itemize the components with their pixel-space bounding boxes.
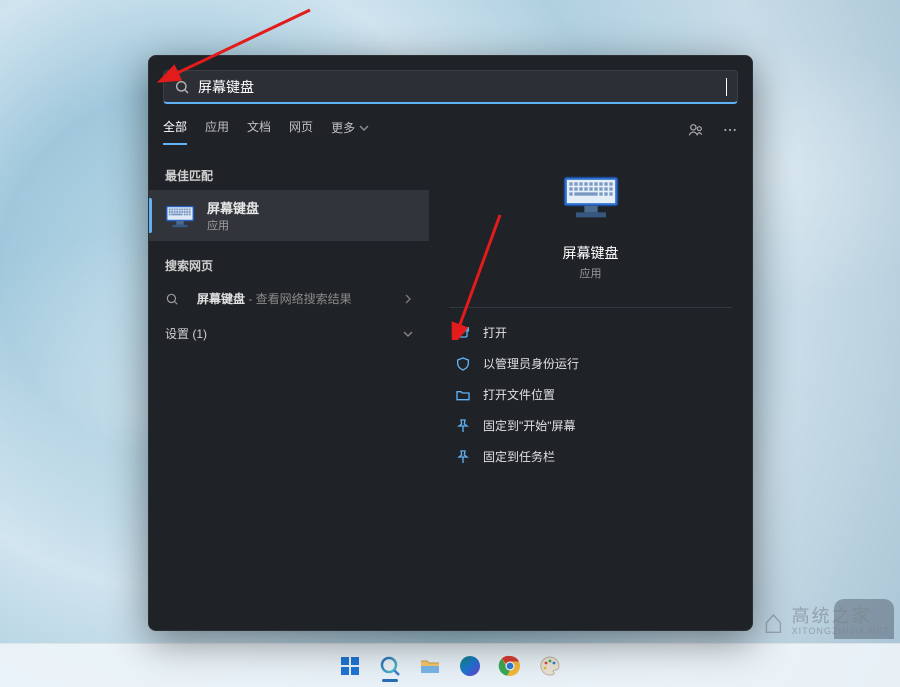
chevron-right-icon [403,294,413,304]
keyboard-app-icon-large [561,173,621,233]
settings-count: (1) [192,327,207,341]
action-run-admin[interactable]: 以管理员身份运行 [449,349,732,378]
action-open[interactable]: 打开 [449,318,732,347]
settings-section-label: 设置 (1) [165,325,207,342]
best-match-label: 最佳匹配 [149,161,429,190]
filter-tabs-row: 全部 应用 文档 网页 更多 [149,114,752,151]
result-title: 屏幕键盘 [207,198,259,217]
text-caret [726,78,727,96]
chevron-down-icon [359,123,369,133]
web-section-label: 搜索网页 [149,251,429,280]
action-list: 打开 以管理员身份运行 打开文件位置 固定到"开始"屏幕 固定到任务栏 [449,318,732,471]
taskbar-search-button[interactable] [372,648,408,684]
chrome-icon [498,654,522,678]
results-left-pane: 最佳匹配 屏幕键盘 [149,151,429,630]
tab-web[interactable]: 网页 [289,114,313,145]
chevron-down-icon [403,329,413,339]
taskbar [0,643,900,687]
keyboard-app-icon [163,199,197,233]
app-preview-name: 屏幕键盘 [563,243,619,263]
house-icon: ⌂ [763,605,784,639]
search-icon [165,292,179,306]
action-run-admin-label: 以管理员身份运行 [483,355,579,372]
divider [449,307,732,308]
watermark-zh: 高统之家 [792,607,890,627]
web-search-result[interactable]: 屏幕键盘 - 查看网络搜索结果 [149,280,429,317]
taskbar-explorer-button[interactable] [412,648,448,684]
settings-label-text: 设置 [165,327,189,341]
header-actions [688,122,738,138]
taskbar-paint-button[interactable] [532,648,568,684]
app-preview-type: 应用 [580,265,602,281]
action-pin-taskbar-label: 固定到任务栏 [483,448,555,465]
web-result-text: 屏幕键盘 - 查看网络搜索结果 [197,290,352,307]
open-icon [455,325,471,341]
more-icon[interactable] [722,122,738,138]
web-result-suffix: - 查看网络搜索结果 [245,292,352,306]
folder-icon [418,654,442,678]
web-result-term: 屏幕键盘 [197,292,245,306]
account-icon[interactable] [688,122,704,138]
tab-all[interactable]: 全部 [163,114,187,145]
action-open-label: 打开 [483,324,507,341]
watermark-en: XITONGZHIJIA.NET [792,627,890,637]
best-match-result[interactable]: 屏幕键盘 应用 [149,190,429,241]
action-open-location[interactable]: 打开文件位置 [449,380,732,409]
app-preview: 屏幕键盘 应用 [449,163,732,297]
result-subtitle: 应用 [207,217,259,233]
watermark: ⌂ 高统之家 XITONGZHIJIA.NET [763,605,890,639]
tab-more-label: 更多 [331,119,355,136]
tab-apps[interactable]: 应用 [205,114,229,145]
search-row [149,56,752,114]
search-icon [378,654,402,678]
folder-icon [455,387,471,403]
search-box[interactable] [163,70,738,104]
action-pin-taskbar[interactable]: 固定到任务栏 [449,442,732,471]
taskbar-chrome-button[interactable] [492,648,528,684]
filter-tabs: 全部 应用 文档 网页 更多 [163,114,369,145]
tab-documents[interactable]: 文档 [247,114,271,145]
edge-icon [458,654,482,678]
palette-icon [538,654,562,678]
results-body: 最佳匹配 屏幕键盘 [149,151,752,630]
shield-icon [455,356,471,372]
search-icon [174,79,190,95]
settings-section-toggle[interactable]: 设置 (1) [149,317,429,350]
action-open-location-label: 打开文件位置 [483,386,555,403]
preview-pane: 屏幕键盘 应用 打开 以管理员身份运行 打开文件位置 [429,151,752,630]
pin-icon [455,449,471,465]
taskbar-edge-button[interactable] [452,648,488,684]
tab-more[interactable]: 更多 [331,114,369,145]
search-input[interactable] [198,79,728,95]
pin-icon [455,418,471,434]
search-flyout: 全部 应用 文档 网页 更多 最佳匹配 [148,55,753,631]
action-pin-start-label: 固定到"开始"屏幕 [483,417,576,434]
result-text-group: 屏幕键盘 应用 [207,198,259,233]
taskbar-start-button[interactable] [332,648,368,684]
action-pin-start[interactable]: 固定到"开始"屏幕 [449,411,732,440]
windows-logo-icon [338,654,362,678]
